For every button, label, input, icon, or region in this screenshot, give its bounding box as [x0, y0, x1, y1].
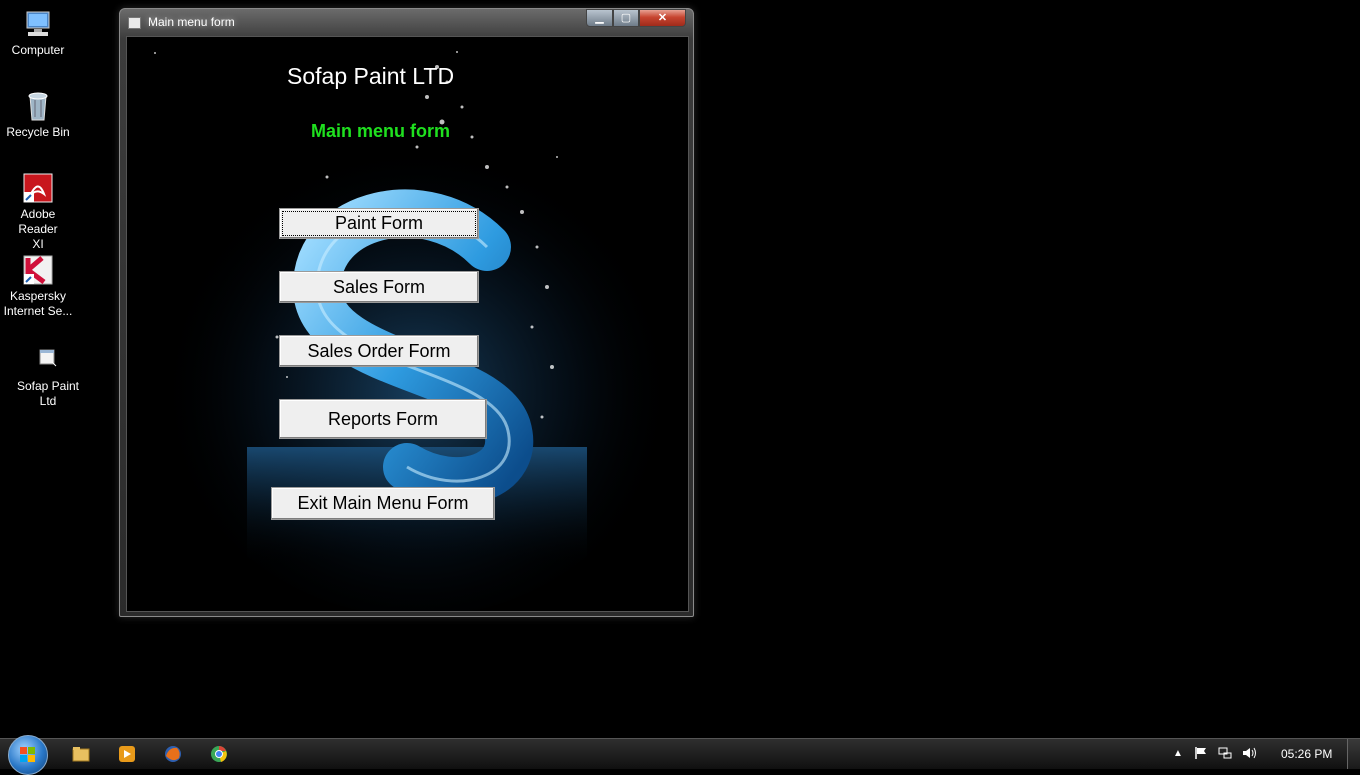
reports-form-button[interactable]: Reports Form	[279, 399, 487, 439]
exit-main-menu-button[interactable]: Exit Main Menu Form	[271, 487, 495, 520]
volume-icon[interactable]	[1242, 746, 1258, 763]
desktop-icon-sofap-paint[interactable]: Sofap Paint Ltd	[10, 344, 86, 409]
minimize-button[interactable]: ▁	[586, 9, 613, 27]
window-title: Main menu form	[148, 15, 235, 29]
minimize-icon: ▁	[595, 12, 604, 24]
app-shortcut-icon	[32, 344, 64, 376]
maximize-button[interactable]: ▢	[613, 9, 639, 27]
media-player-icon	[119, 746, 135, 762]
sales-order-form-button[interactable]: Sales Order Form	[279, 335, 479, 367]
desktop-icon-label: Adobe Reader XI	[18, 207, 58, 251]
desktop-icon-label: Kaspersky Internet Se...	[3, 289, 73, 318]
desktop-icon-computer[interactable]: Computer	[0, 8, 76, 58]
show-hidden-icons-icon[interactable]: ▲	[1173, 748, 1183, 759]
close-icon: ✕	[657, 12, 668, 24]
desktop-icon-label: Computer	[11, 43, 65, 57]
taskbar-firefox[interactable]	[153, 742, 193, 766]
form-client-area: Sofap Paint LTD Main menu form Paint For…	[126, 36, 689, 612]
start-button[interactable]	[8, 735, 48, 775]
show-desktop-button[interactable]	[1347, 739, 1360, 769]
company-title: Sofap Paint LTD	[287, 63, 455, 89]
taskbar-chrome[interactable]	[199, 742, 239, 766]
desktop-icon-kaspersky[interactable]: Kaspersky Internet Se...	[0, 254, 76, 319]
window-app-icon	[128, 17, 141, 29]
desktop-icon-label: Recycle Bin	[6, 125, 70, 139]
desktop-icon-adobe-reader[interactable]: Adobe Reader XI	[0, 172, 76, 252]
firefox-icon	[165, 746, 181, 762]
form-subtitle: Main menu form	[311, 121, 451, 141]
taskbar-clock[interactable]: 05:26 PM	[1281, 747, 1332, 761]
chrome-icon	[211, 746, 227, 762]
desktop-icon-label: Sofap Paint Ltd	[16, 379, 80, 408]
taskbar-media-player[interactable]	[107, 742, 147, 766]
taskbar: ▲ 05:26 PM	[0, 735, 1360, 775]
main-menu-window: Main menu form ▁ ▢ ✕ Sofap Paint LTD Mai…	[119, 8, 694, 617]
computer-icon	[22, 8, 54, 40]
adobe-reader-icon	[22, 172, 54, 204]
sales-form-button[interactable]: Sales Form	[279, 271, 479, 303]
action-center-flag-icon[interactable]	[1194, 746, 1208, 763]
window-titlebar[interactable]: Main menu form ▁ ▢ ✕	[120, 9, 693, 35]
network-icon[interactable]	[1218, 746, 1232, 763]
maximize-icon: ▢	[620, 12, 632, 24]
recycle-bin-icon	[22, 90, 54, 122]
windows-logo-icon	[20, 747, 35, 762]
taskbar-explorer[interactable]	[61, 742, 101, 766]
windows-explorer-icon	[72, 747, 90, 762]
close-button[interactable]: ✕	[639, 9, 686, 27]
kaspersky-icon	[22, 254, 54, 286]
desktop-icon-recycle-bin[interactable]: Recycle Bin	[0, 90, 76, 140]
paint-form-button[interactable]: Paint Form	[279, 208, 479, 239]
